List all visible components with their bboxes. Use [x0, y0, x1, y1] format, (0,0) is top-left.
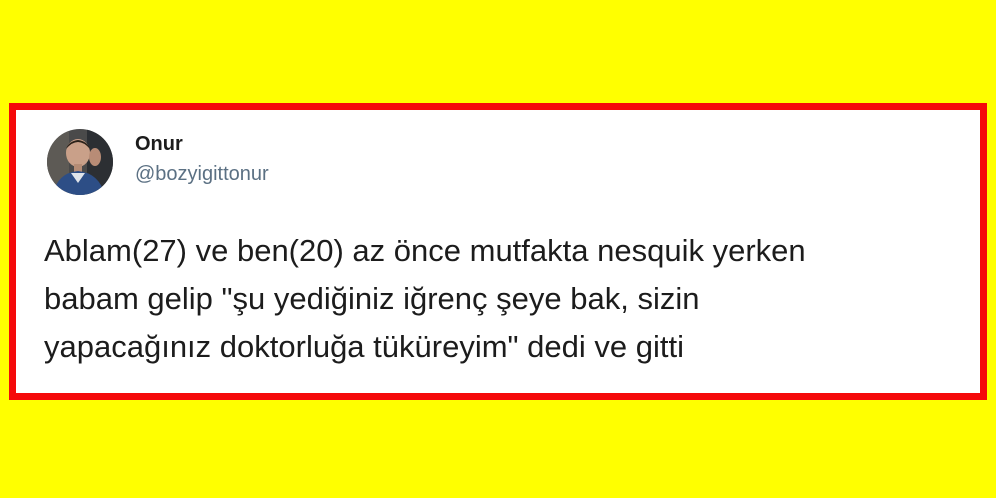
user-handle[interactable]: @bozyigittonur [135, 162, 269, 186]
profile-photo-icon [47, 129, 113, 195]
tweet-text: Ablam(27) ve ben(20) az önce mutfakta ne… [44, 233, 806, 364]
tweet-header: Onur @bozyigittonur [47, 129, 269, 195]
user-info: Onur @bozyigittonur [135, 132, 269, 186]
avatar[interactable] [47, 129, 113, 195]
tweet-card: Onur @bozyigittonur Ablam(27) ve ben(20)… [9, 103, 987, 400]
display-name[interactable]: Onur [135, 132, 269, 156]
